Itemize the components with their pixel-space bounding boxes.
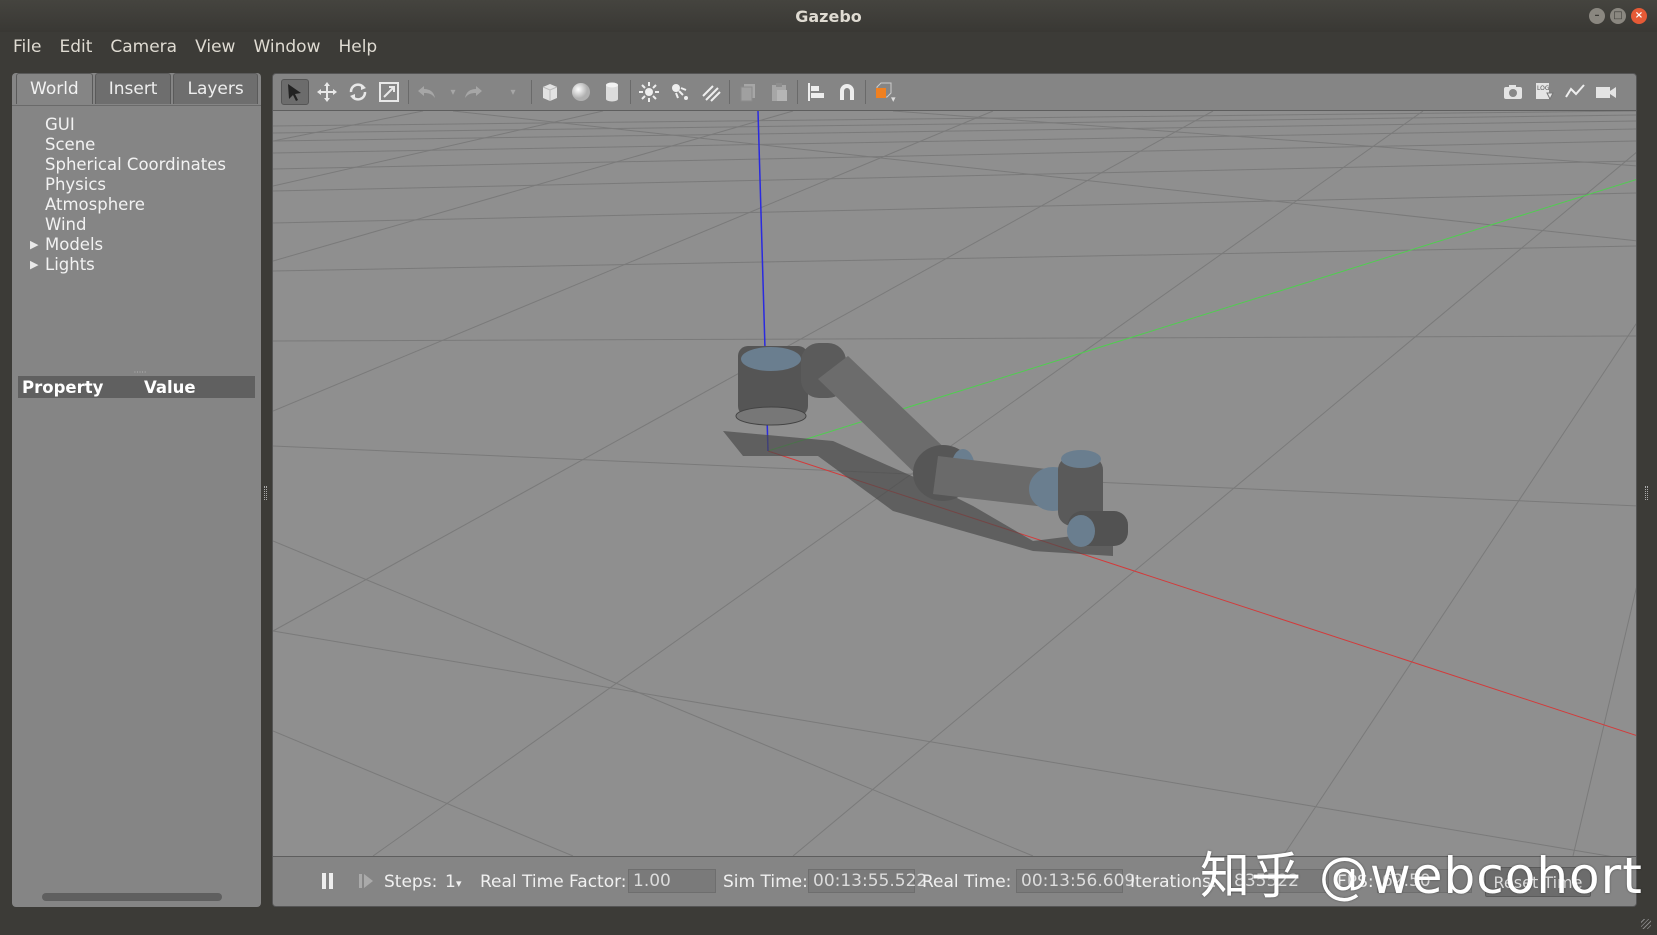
- title-bar: Gazebo – □ ×: [0, 0, 1657, 32]
- steps-label: Steps:: [384, 872, 438, 892]
- tree-item-physics[interactable]: Physics: [45, 174, 106, 195]
- directional-light-icon[interactable]: [697, 79, 725, 105]
- close-button[interactable]: ×: [1631, 8, 1647, 24]
- toolbar: ▾ ▾ ▾ LOG: [273, 74, 1636, 111]
- menu-view[interactable]: View: [186, 37, 244, 57]
- view-angle-icon[interactable]: ▾: [870, 79, 898, 105]
- tree-item-spherical-coordinates[interactable]: Spherical Coordinates: [45, 154, 226, 175]
- real-time-value: 00:13:56.609: [1016, 869, 1135, 893]
- menu-window[interactable]: Window: [244, 37, 329, 57]
- expand-arrow-icon[interactable]: ▶: [30, 234, 38, 255]
- tree-item-label: Lights: [45, 255, 95, 274]
- tab-layers[interactable]: Layers: [173, 73, 258, 104]
- sphere-shape-icon[interactable]: [567, 79, 595, 105]
- window-title: Gazebo: [795, 6, 862, 26]
- right-panel-resize-handle[interactable]: [1645, 486, 1648, 500]
- tab-insert[interactable]: Insert: [94, 73, 172, 104]
- plot-icon[interactable]: [1561, 79, 1589, 105]
- tree-item-lights[interactable]: ▶ Lights: [30, 254, 95, 275]
- real-time-factor-label: Real Time Factor:: [480, 872, 627, 892]
- menu-edit[interactable]: Edit: [50, 37, 101, 57]
- panel-splitter-handle[interactable]: ·····: [130, 369, 150, 377]
- watermark: 知乎 @webcohort: [1200, 847, 1643, 905]
- spot-light-icon[interactable]: [666, 79, 694, 105]
- menu-help[interactable]: Help: [329, 37, 386, 57]
- menu-file[interactable]: File: [4, 37, 50, 57]
- tree-item-atmosphere[interactable]: Atmosphere: [45, 194, 145, 215]
- select-mode-icon[interactable]: [281, 79, 309, 105]
- property-table-header: Property Value: [18, 376, 255, 398]
- screenshot-icon[interactable]: [1499, 79, 1527, 105]
- left-panel-tabs: World Insert Layers: [16, 73, 258, 105]
- menu-camera[interactable]: Camera: [101, 37, 186, 57]
- tree-item-label: Spherical Coordinates: [45, 155, 226, 174]
- copy-icon[interactable]: [734, 79, 762, 105]
- svg-text:LOG: LOG: [1537, 85, 1550, 92]
- cylinder-shape-icon[interactable]: [598, 79, 626, 105]
- 3d-viewport[interactable]: [273, 111, 1636, 856]
- redo-icon[interactable]: [459, 79, 487, 105]
- log-icon[interactable]: LOG: [1530, 79, 1558, 105]
- pause-icon[interactable]: [319, 871, 337, 895]
- tree-item-label: Physics: [45, 175, 107, 194]
- tree-item-label: GUI: [45, 115, 75, 134]
- sim-time-value: 00:13:55.522: [808, 869, 927, 893]
- snap-icon[interactable]: [833, 79, 861, 105]
- step-icon[interactable]: [357, 871, 375, 895]
- tree-item-label: Scene: [45, 135, 96, 154]
- menu-bar: File Edit Camera View Window Help: [0, 32, 1657, 62]
- tab-world[interactable]: World: [16, 73, 93, 104]
- world-tree: GUI Scene Spherical Coordinates Physics …: [12, 105, 261, 391]
- tree-item-label: Models: [45, 235, 104, 254]
- rotate-mode-icon[interactable]: [344, 79, 372, 105]
- value-column-header[interactable]: Value: [144, 378, 196, 397]
- left-panel-resize-handle[interactable]: [264, 486, 267, 500]
- align-icon[interactable]: [802, 79, 830, 105]
- tree-item-scene[interactable]: Scene: [45, 134, 95, 155]
- real-time-label: Real Time:: [922, 872, 1012, 892]
- translate-mode-icon[interactable]: [313, 79, 341, 105]
- tree-item-wind[interactable]: Wind: [45, 214, 86, 235]
- gazebo-window: Gazebo – □ × File Edit Camera View Windo…: [0, 0, 1657, 935]
- horizontal-scrollbar[interactable]: [42, 893, 222, 901]
- real-time-factor-value: 1.00: [628, 869, 716, 893]
- steps-value[interactable]: 1: [445, 872, 456, 892]
- left-panel: World Insert Layers GUI Scene Spherical …: [12, 73, 261, 907]
- steps-dropdown-icon[interactable]: ▾: [456, 877, 462, 890]
- window-size-grip[interactable]: [1641, 919, 1651, 929]
- box-shape-icon[interactable]: [536, 79, 564, 105]
- expand-arrow-icon[interactable]: ▶: [30, 254, 38, 275]
- svg-text:▾: ▾: [891, 95, 896, 103]
- render-panel: ▾ ▾ ▾ LOG Steps: 1 ▾ Real Time Factor: 1…: [272, 73, 1637, 907]
- maximize-button[interactable]: □: [1610, 8, 1626, 24]
- tree-item-gui[interactable]: GUI: [45, 114, 75, 135]
- point-light-icon[interactable]: [635, 79, 663, 105]
- minimize-button[interactable]: –: [1589, 8, 1605, 24]
- tree-item-label: Wind: [45, 215, 87, 234]
- sim-time-label: Sim Time:: [723, 872, 808, 892]
- scale-mode-icon[interactable]: [375, 79, 403, 105]
- paste-icon[interactable]: [765, 79, 793, 105]
- window-controls: – □ ×: [1589, 8, 1647, 24]
- redo-dropdown-icon[interactable]: ▾: [499, 79, 527, 105]
- tree-item-label: Atmosphere: [45, 195, 145, 214]
- tree-item-models[interactable]: ▶ Models: [30, 234, 104, 255]
- property-column-header[interactable]: Property: [18, 378, 144, 397]
- undo-icon[interactable]: [413, 79, 441, 105]
- record-video-icon[interactable]: [1592, 79, 1620, 105]
